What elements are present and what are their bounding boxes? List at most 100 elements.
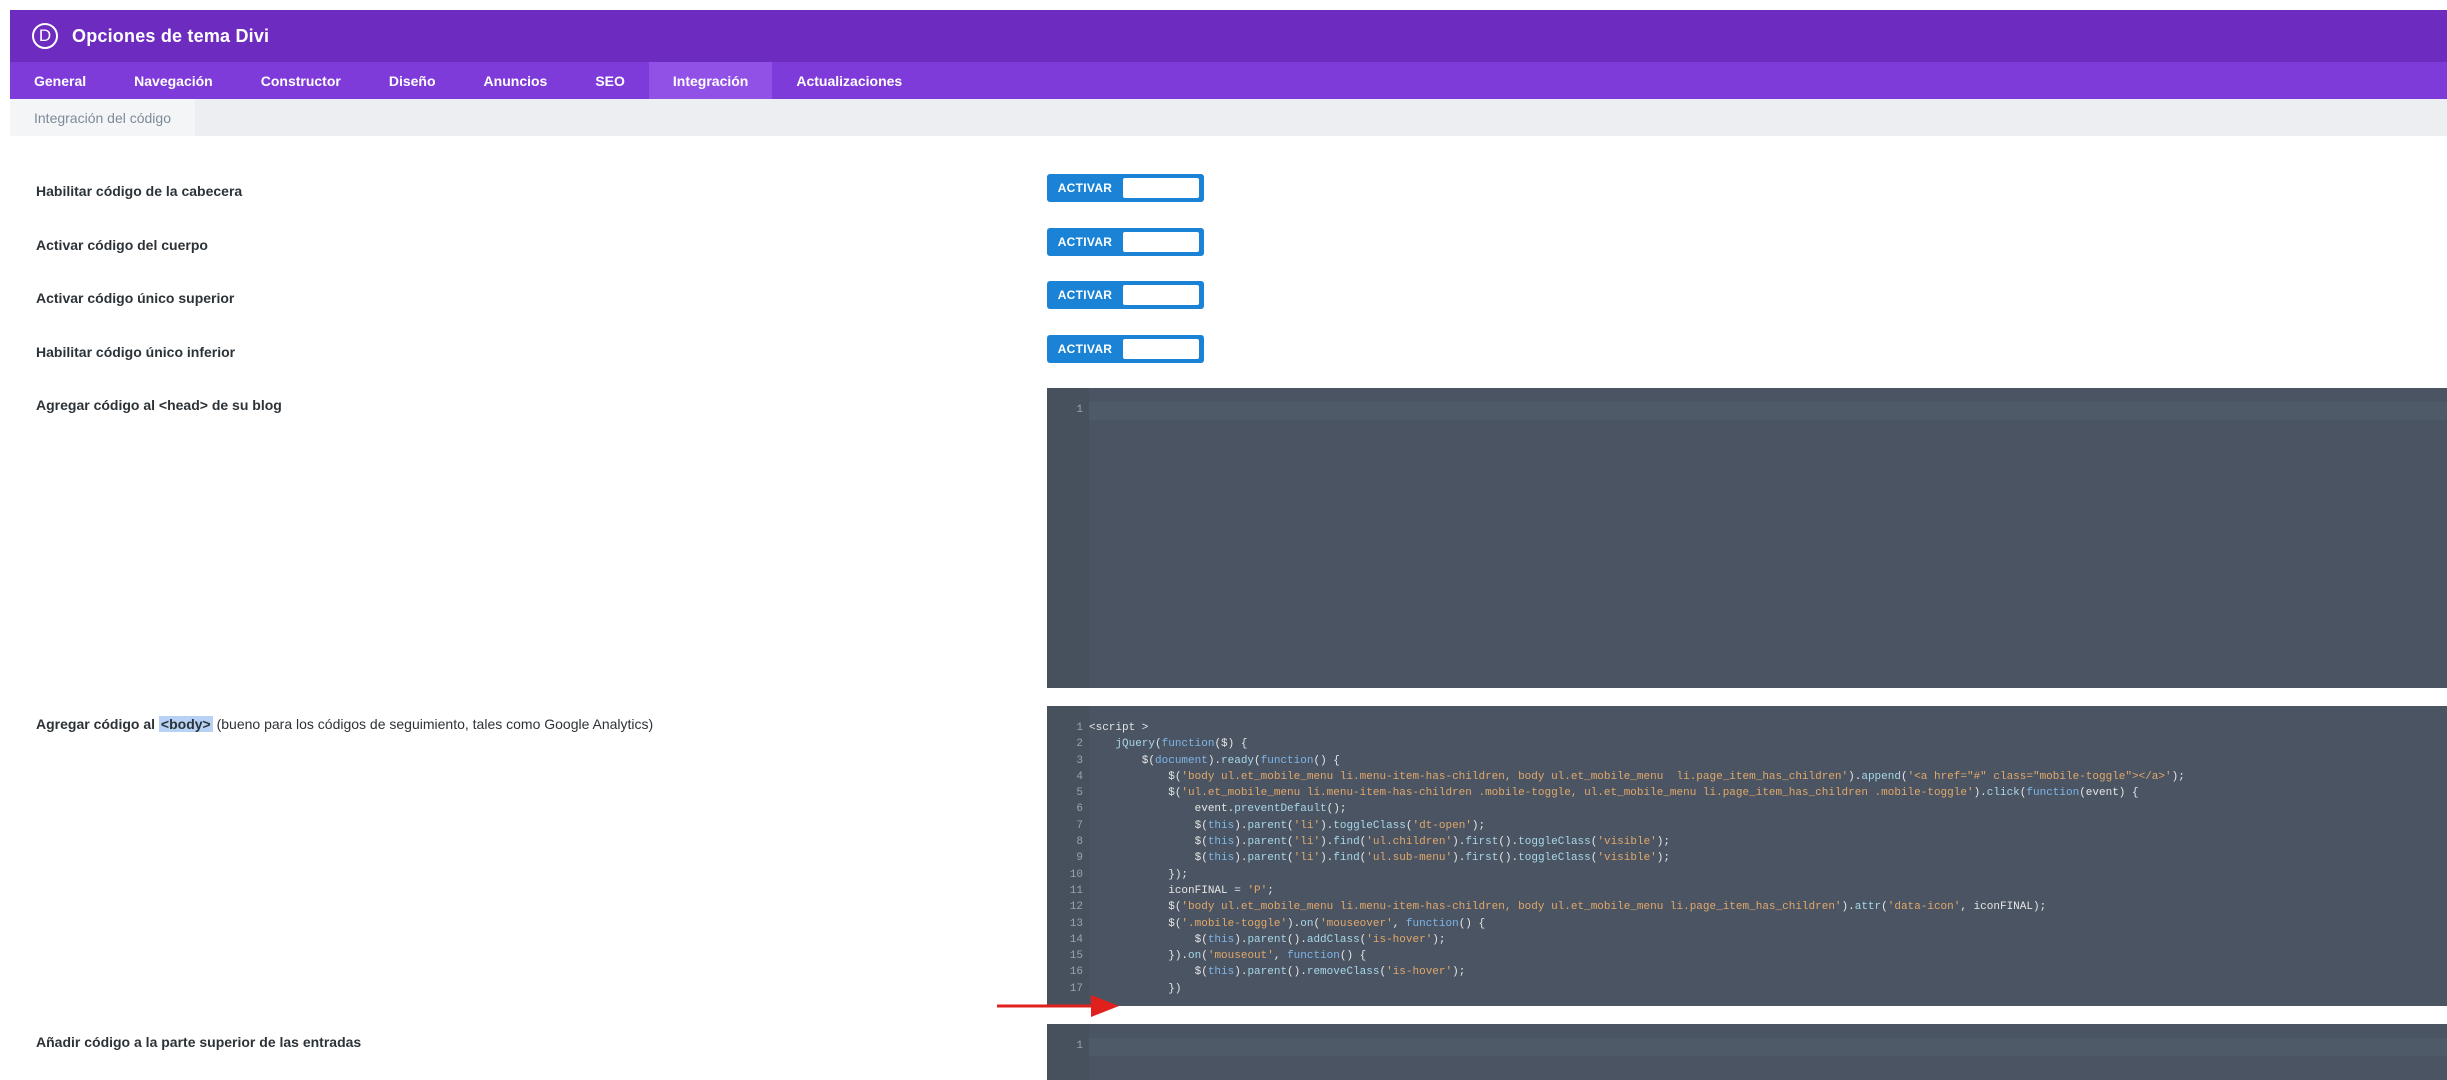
tab-anuncios[interactable]: Anuncios — [460, 62, 572, 99]
line-number: 7 — [1076, 819, 1083, 832]
code-line: 14 $(this).parent().addClass('is-hover')… — [1047, 932, 2447, 948]
code-text: event.preventDefault(); — [1089, 803, 1347, 816]
tab-navegacion[interactable]: Navegación — [110, 62, 237, 99]
tab-seo[interactable]: SEO — [571, 62, 649, 99]
line-number: 11 — [1069, 884, 1083, 897]
head-code-editor[interactable]: 1 — [1047, 388, 2447, 688]
code-line: 8 $(this).parent('li').find('ul.children… — [1047, 834, 2447, 850]
line-number: 9 — [1076, 852, 1083, 865]
theme-options-panel: D Opciones de tema Divi General Navegaci… — [10, 10, 2447, 1080]
editor-lines: 1 — [1047, 402, 2447, 418]
top-single-code-label: Activar código único superior — [36, 290, 235, 306]
code-text: jQuery(function($) { — [1115, 738, 1248, 751]
code-text: $('ul.et_mobile_menu li.menu-item-has-ch… — [1089, 787, 2139, 800]
posts-top-code-editor[interactable]: 1 — [1047, 1024, 2447, 1080]
line-number: 16 — [1069, 966, 1083, 979]
subtab-integracion-codigo[interactable]: Integración del código — [10, 99, 195, 136]
line-number: 14 — [1069, 933, 1083, 946]
code-line: 11 iconFINAL = 'P'; — [1047, 883, 2447, 899]
code-line: 1 — [1047, 1038, 2447, 1054]
body-tag-highlight: <body> — [158, 716, 213, 732]
window-edge — [0, 0, 10, 1080]
toggle-knob — [1123, 178, 1199, 198]
header-bar: D Opciones de tema Divi — [10, 10, 2447, 62]
subtab-bar: Integración del código — [10, 99, 2447, 136]
line-number: 1 — [1076, 722, 1083, 734]
toggle-label: ACTIVAR — [1057, 235, 1113, 249]
head-blog-code-label: Agregar código al <head> de su blog — [36, 397, 282, 413]
header-code-toggle[interactable]: ACTIVAR — [1047, 174, 1204, 202]
tab-general[interactable]: General — [10, 62, 110, 99]
divi-logo-icon: D — [32, 23, 58, 49]
code-text: iconFINAL = 'P'; — [1089, 884, 1274, 897]
bottom-single-code-label: Habilitar código único inferior — [36, 344, 236, 360]
code-text: $(this).parent().removeClass('is-hover')… — [1089, 966, 1466, 979]
body-label-prefix: Agregar código al — [36, 716, 159, 732]
toggle-label: ACTIVAR — [1057, 342, 1113, 356]
line-number: 15 — [1069, 950, 1083, 963]
toggle-label: ACTIVAR — [1057, 288, 1113, 302]
code-text: }); — [1089, 868, 1189, 881]
line-number: 5 — [1076, 787, 1083, 800]
code-line: 4 $('body ul.et_mobile_menu li.menu-item… — [1047, 769, 2447, 785]
code-text: $('body ul.et_mobile_menu li.menu-item-h… — [1089, 901, 2047, 914]
toggle-label: ACTIVAR — [1057, 181, 1113, 195]
settings-content: Habilitar código de la cabecera ACTIVAR … — [10, 136, 2447, 1080]
code-text: $(this).parent('li').find('ul.children')… — [1089, 836, 1670, 849]
tab-diseno[interactable]: Diseño — [365, 62, 460, 99]
code-text: }).on('mouseout', function() { — [1089, 950, 1367, 963]
code-text: $(this).parent().addClass('is-hover'); — [1089, 933, 1446, 946]
line-number: 1 — [1076, 404, 1083, 416]
code-line: 3 $(document).ready(function() { — [1047, 753, 2447, 769]
code-line: 16 $(this).parent().removeClass('is-hove… — [1047, 964, 2447, 980]
code-text: $(this).parent('li').toggleClass('dt-ope… — [1089, 819, 1486, 832]
tab-constructor[interactable]: Constructor — [237, 62, 365, 99]
code-text: $(this).parent('li').find('ul.sub-menu')… — [1089, 852, 1670, 865]
code-line: 1 <script > — [1047, 720, 2447, 736]
editor-lines: 1 — [1047, 1038, 2447, 1054]
code-line: 9 $(this).parent('li').find('ul.sub-menu… — [1047, 850, 2447, 866]
page-title: Opciones de tema Divi — [72, 25, 270, 46]
line-number: 4 — [1076, 770, 1083, 783]
line-number: 1 — [1076, 1040, 1083, 1052]
bottom-single-code-toggle[interactable]: ACTIVAR — [1047, 335, 1204, 363]
code-line: 13 $('.mobile-toggle').on('mouseover', f… — [1047, 916, 2447, 932]
toggle-knob — [1123, 232, 1199, 252]
code-text: $('body ul.et_mobile_menu li.menu-item-h… — [1089, 770, 2185, 783]
code-line: 17 }) — [1047, 981, 2447, 997]
toggle-knob — [1123, 339, 1199, 359]
code-line: 10 }); — [1047, 867, 2447, 883]
header-code-label: Habilitar código de la cabecera — [36, 183, 243, 199]
body-code-label: Activar código del cuerpo — [36, 237, 208, 253]
code-text: $(document).ready(function() { — [1089, 754, 1340, 767]
toggle-knob — [1123, 285, 1199, 305]
code-line: 15 }).on('mouseout', function() { — [1047, 948, 2447, 964]
code-text: <script > — [1089, 722, 1149, 734]
top-single-code-toggle[interactable]: ACTIVAR — [1047, 281, 1204, 309]
posts-top-code-label: Añadir código a la parte superior de las… — [36, 1034, 362, 1050]
body-tracking-code-label: Agregar código al <body> (bueno para los… — [36, 716, 653, 732]
line-number: 12 — [1069, 901, 1083, 914]
line-number: 13 — [1069, 917, 1083, 930]
editor-gutter — [1047, 388, 1089, 688]
tab-integracion[interactable]: Integración — [648, 62, 773, 99]
body-code-editor[interactable]: 1 <script >2 jQuery(function($) {3 $(docu… — [1047, 706, 2447, 1006]
code-line: 5 $('ul.et_mobile_menu li.menu-item-has-… — [1047, 785, 2447, 801]
red-arrow-annotation — [997, 995, 1119, 1017]
main-tabs: General Navegación Constructor Diseño An… — [10, 62, 2447, 99]
code-line: 2 jQuery(function($) { — [1047, 736, 2447, 752]
code-line: 12 $('body ul.et_mobile_menu li.menu-ite… — [1047, 899, 2447, 915]
editor-lines: 1 <script >2 jQuery(function($) {3 $(docu… — [1047, 720, 2447, 997]
line-number: 2 — [1076, 738, 1083, 751]
body-code-toggle[interactable]: ACTIVAR — [1047, 228, 1204, 256]
line-number: 8 — [1076, 836, 1083, 849]
code-line: 1 — [1047, 402, 2447, 418]
code-line: 7 $(this).parent('li').toggleClass('dt-o… — [1047, 818, 2447, 834]
line-number: 10 — [1069, 868, 1083, 881]
code-line: 6 event.preventDefault(); — [1047, 801, 2447, 817]
body-label-suffix: (bueno para los códigos de seguimiento, … — [212, 716, 654, 732]
line-number: 3 — [1076, 754, 1083, 767]
line-number: 6 — [1076, 803, 1083, 816]
code-text: $('.mobile-toggle').on('mouseover', func… — [1089, 917, 1486, 930]
tab-actualizaciones[interactable]: Actualizaciones — [772, 62, 926, 99]
